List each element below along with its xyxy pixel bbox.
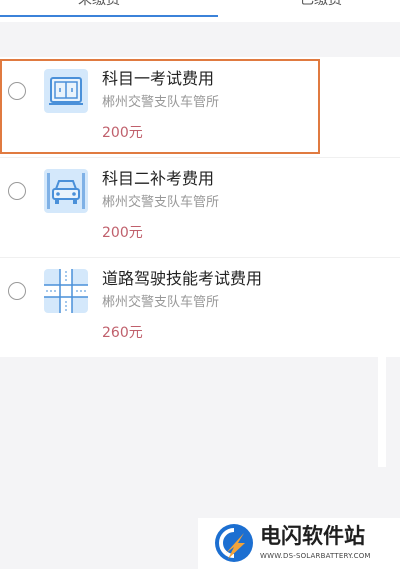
fee-title: 科目二补考费用	[102, 169, 215, 188]
watermark: 电闪软件站 WWW.DS-SOLARBATTERY.COM	[198, 518, 400, 569]
car-icon	[44, 169, 88, 213]
radio-button[interactable]	[8, 282, 26, 300]
tab-unpaid[interactable]: 未缴费	[78, 0, 120, 9]
fee-item[interactable]: 道路驾驶技能考试费用 郴州交警支队车管所 260元	[0, 257, 400, 357]
watermark-name: 电闪软件站	[260, 524, 365, 548]
fee-title: 科目一考试费用	[102, 69, 215, 88]
fee-price: 200元	[102, 225, 143, 241]
fee-price: 200元	[102, 125, 143, 141]
lightning-logo-icon	[215, 524, 253, 562]
exam-room-icon	[44, 69, 88, 113]
fee-item[interactable]: 科目二补考费用 郴州交警支队车管所 200元	[0, 157, 400, 257]
fee-price: 260元	[102, 325, 143, 341]
fee-item[interactable]: 科目一考试费用 郴州交警支队车管所 200元	[0, 57, 400, 157]
active-tab-indicator	[0, 15, 218, 17]
radio-button[interactable]	[8, 82, 26, 100]
fee-organization: 郴州交警支队车管所	[102, 195, 220, 210]
fee-list: 科目一考试费用 郴州交警支队车管所 200元 科目二补考费用 郴州交警支队车管所…	[0, 57, 400, 357]
fee-title: 道路驾驶技能考试费用	[102, 269, 263, 288]
road-intersection-icon	[44, 269, 88, 313]
tab-paid[interactable]: 已缴费	[300, 0, 342, 9]
fee-organization: 郴州交警支队车管所	[102, 95, 220, 110]
tab-bar: 未缴费 已缴费	[0, 0, 400, 22]
divider	[378, 357, 386, 467]
watermark-url: WWW.DS-SOLARBATTERY.COM	[260, 552, 371, 560]
radio-button[interactable]	[8, 182, 26, 200]
fee-organization: 郴州交警支队车管所	[102, 295, 220, 310]
